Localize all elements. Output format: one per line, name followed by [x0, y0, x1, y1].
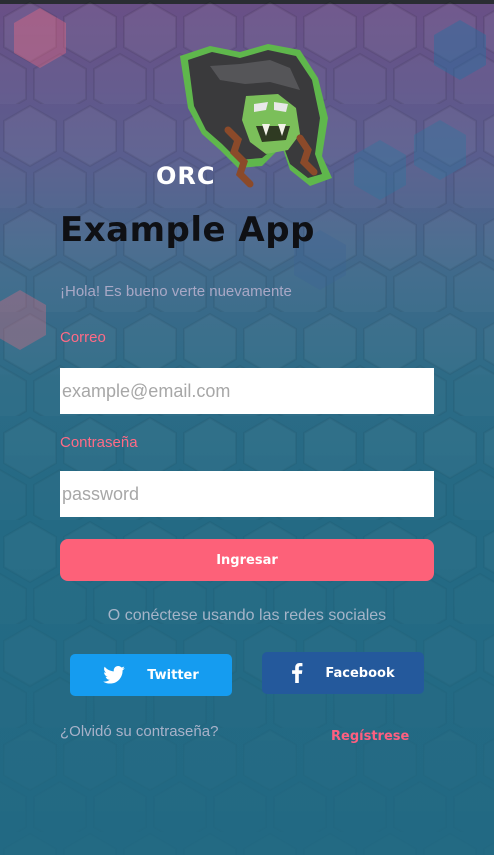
login-button[interactable]: Ingresar — [60, 539, 434, 581]
email-label: Correo — [60, 329, 106, 346]
greeting-text: ¡Hola! Es bueno verte nuevamente — [60, 283, 292, 300]
app-title: Example App — [60, 210, 315, 250]
password-label: Contraseña — [60, 434, 138, 451]
facebook-login-button[interactable]: Facebook — [262, 652, 424, 694]
orc-wolf-icon: ORC — [156, 44, 332, 190]
forgot-password-link[interactable]: ¿Olvidó su contraseña? — [60, 723, 218, 740]
twitter-bird-icon — [103, 666, 126, 684]
twitter-login-button[interactable]: Twitter — [70, 654, 232, 696]
twitter-label: Twitter — [147, 667, 199, 683]
orc-logo: ORC — [150, 38, 340, 193]
logo-text: ORC — [156, 162, 216, 190]
register-link[interactable]: Regístrese — [331, 729, 409, 744]
facebook-f-icon — [291, 663, 303, 683]
password-field[interactable] — [60, 471, 434, 517]
facebook-label: Facebook — [325, 665, 395, 681]
login-screen: ORC Example App ¡Hola! Es bueno verte nu… — [0, 0, 494, 855]
email-field[interactable] — [60, 368, 434, 414]
social-login-prompt: O conéctese usando las redes sociales — [107, 607, 387, 624]
